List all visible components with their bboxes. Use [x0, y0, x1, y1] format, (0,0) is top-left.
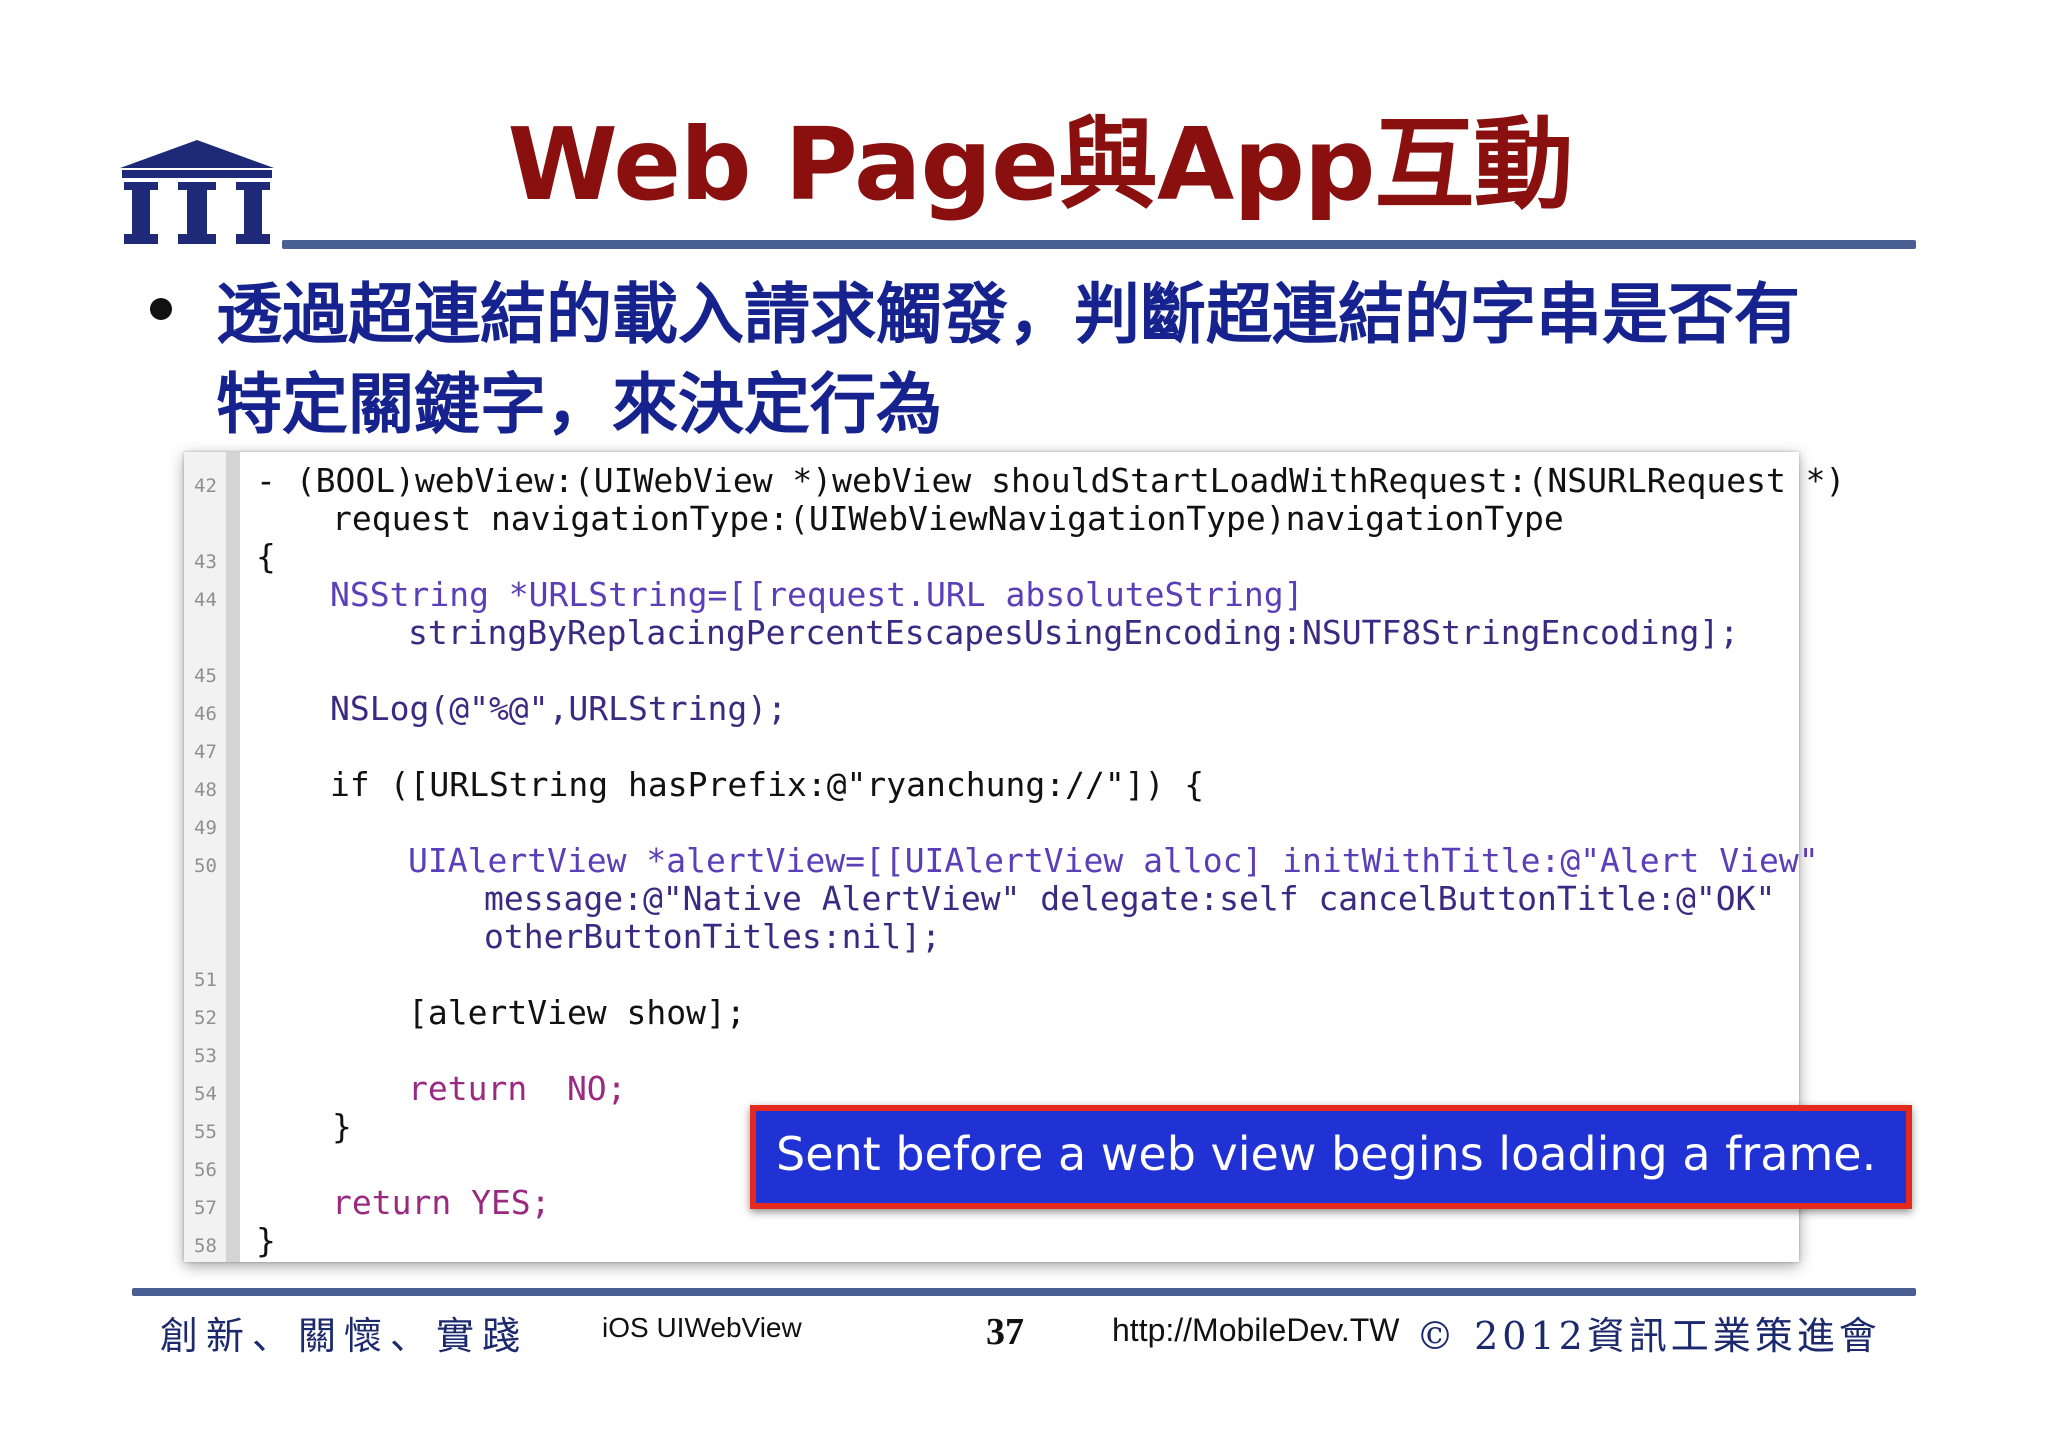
- code-line: return YES;: [332, 1183, 551, 1222]
- line-number: 51: [194, 969, 217, 991]
- code-line: request navigationType:(UIWebViewNavigat…: [332, 499, 1564, 538]
- line-number: 46: [194, 703, 217, 725]
- iii-logo-icon: [118, 138, 276, 250]
- code-line: [alertView show];: [408, 993, 746, 1032]
- line-number: 44: [194, 589, 217, 611]
- footer-copyright: © 2012資訊工業策進會: [1416, 1314, 1881, 1358]
- slide-title: Web Page與App互動: [507, 106, 1573, 223]
- code-line: stringByReplacingPercentEscapesUsingEnco…: [408, 613, 1740, 652]
- code-line: if ([URLString hasPrefix:@"ryanchung://"…: [330, 765, 1205, 804]
- line-number: 50: [194, 855, 217, 877]
- code-line: otherButtonTitles:nil];: [484, 917, 941, 956]
- line-number: 54: [194, 1083, 217, 1105]
- line-number: 43: [194, 551, 217, 573]
- line-number: 58: [194, 1235, 217, 1257]
- bullet-text: 透過超連結的載入請求觸發，判斷超連結的字串是否有特定關鍵字，來決定行為: [216, 276, 1800, 443]
- footer-divider: [132, 1288, 1916, 1296]
- code-line: - (BOOL)webView:(UIWebView *)webView sho…: [256, 461, 1846, 500]
- code-line: return NO;: [408, 1069, 627, 1108]
- line-number: 57: [194, 1197, 217, 1219]
- page-number: 37: [986, 1311, 1024, 1353]
- line-number: 52: [194, 1007, 217, 1029]
- line-number: 55: [194, 1121, 217, 1143]
- code-line: {: [256, 537, 276, 576]
- line-number: 48: [194, 779, 217, 801]
- line-number: 53: [194, 1045, 217, 1067]
- code-line: }: [332, 1107, 352, 1146]
- line-number: 42: [194, 475, 217, 497]
- line-number: 49: [194, 817, 217, 839]
- code-line: NSLog(@"%@",URLString);: [330, 689, 787, 728]
- line-number: 47: [194, 741, 217, 763]
- title-divider: [282, 240, 1916, 249]
- code-line: UIAlertView *alertView=[[UIAlertView all…: [408, 841, 1819, 880]
- line-number: 56: [194, 1159, 217, 1181]
- code-line: message:@"Native AlertView" delegate:sel…: [484, 879, 1776, 918]
- code-line: NSString *URLString=[[request.URL absolu…: [330, 575, 1304, 614]
- callout-text: Sent before a web view begins loading a …: [776, 1127, 1877, 1181]
- footer-url: http://MobileDev.TW: [1112, 1312, 1400, 1348]
- footer-motto: 創新、關懷、實踐: [160, 1314, 529, 1358]
- bullet-icon: [150, 298, 172, 320]
- code-line: }: [256, 1221, 276, 1260]
- line-number: 45: [194, 665, 217, 687]
- callout-box: Sent before a web view begins loading a …: [750, 1105, 1912, 1209]
- footer-topic: iOS UIWebView: [602, 1312, 802, 1343]
